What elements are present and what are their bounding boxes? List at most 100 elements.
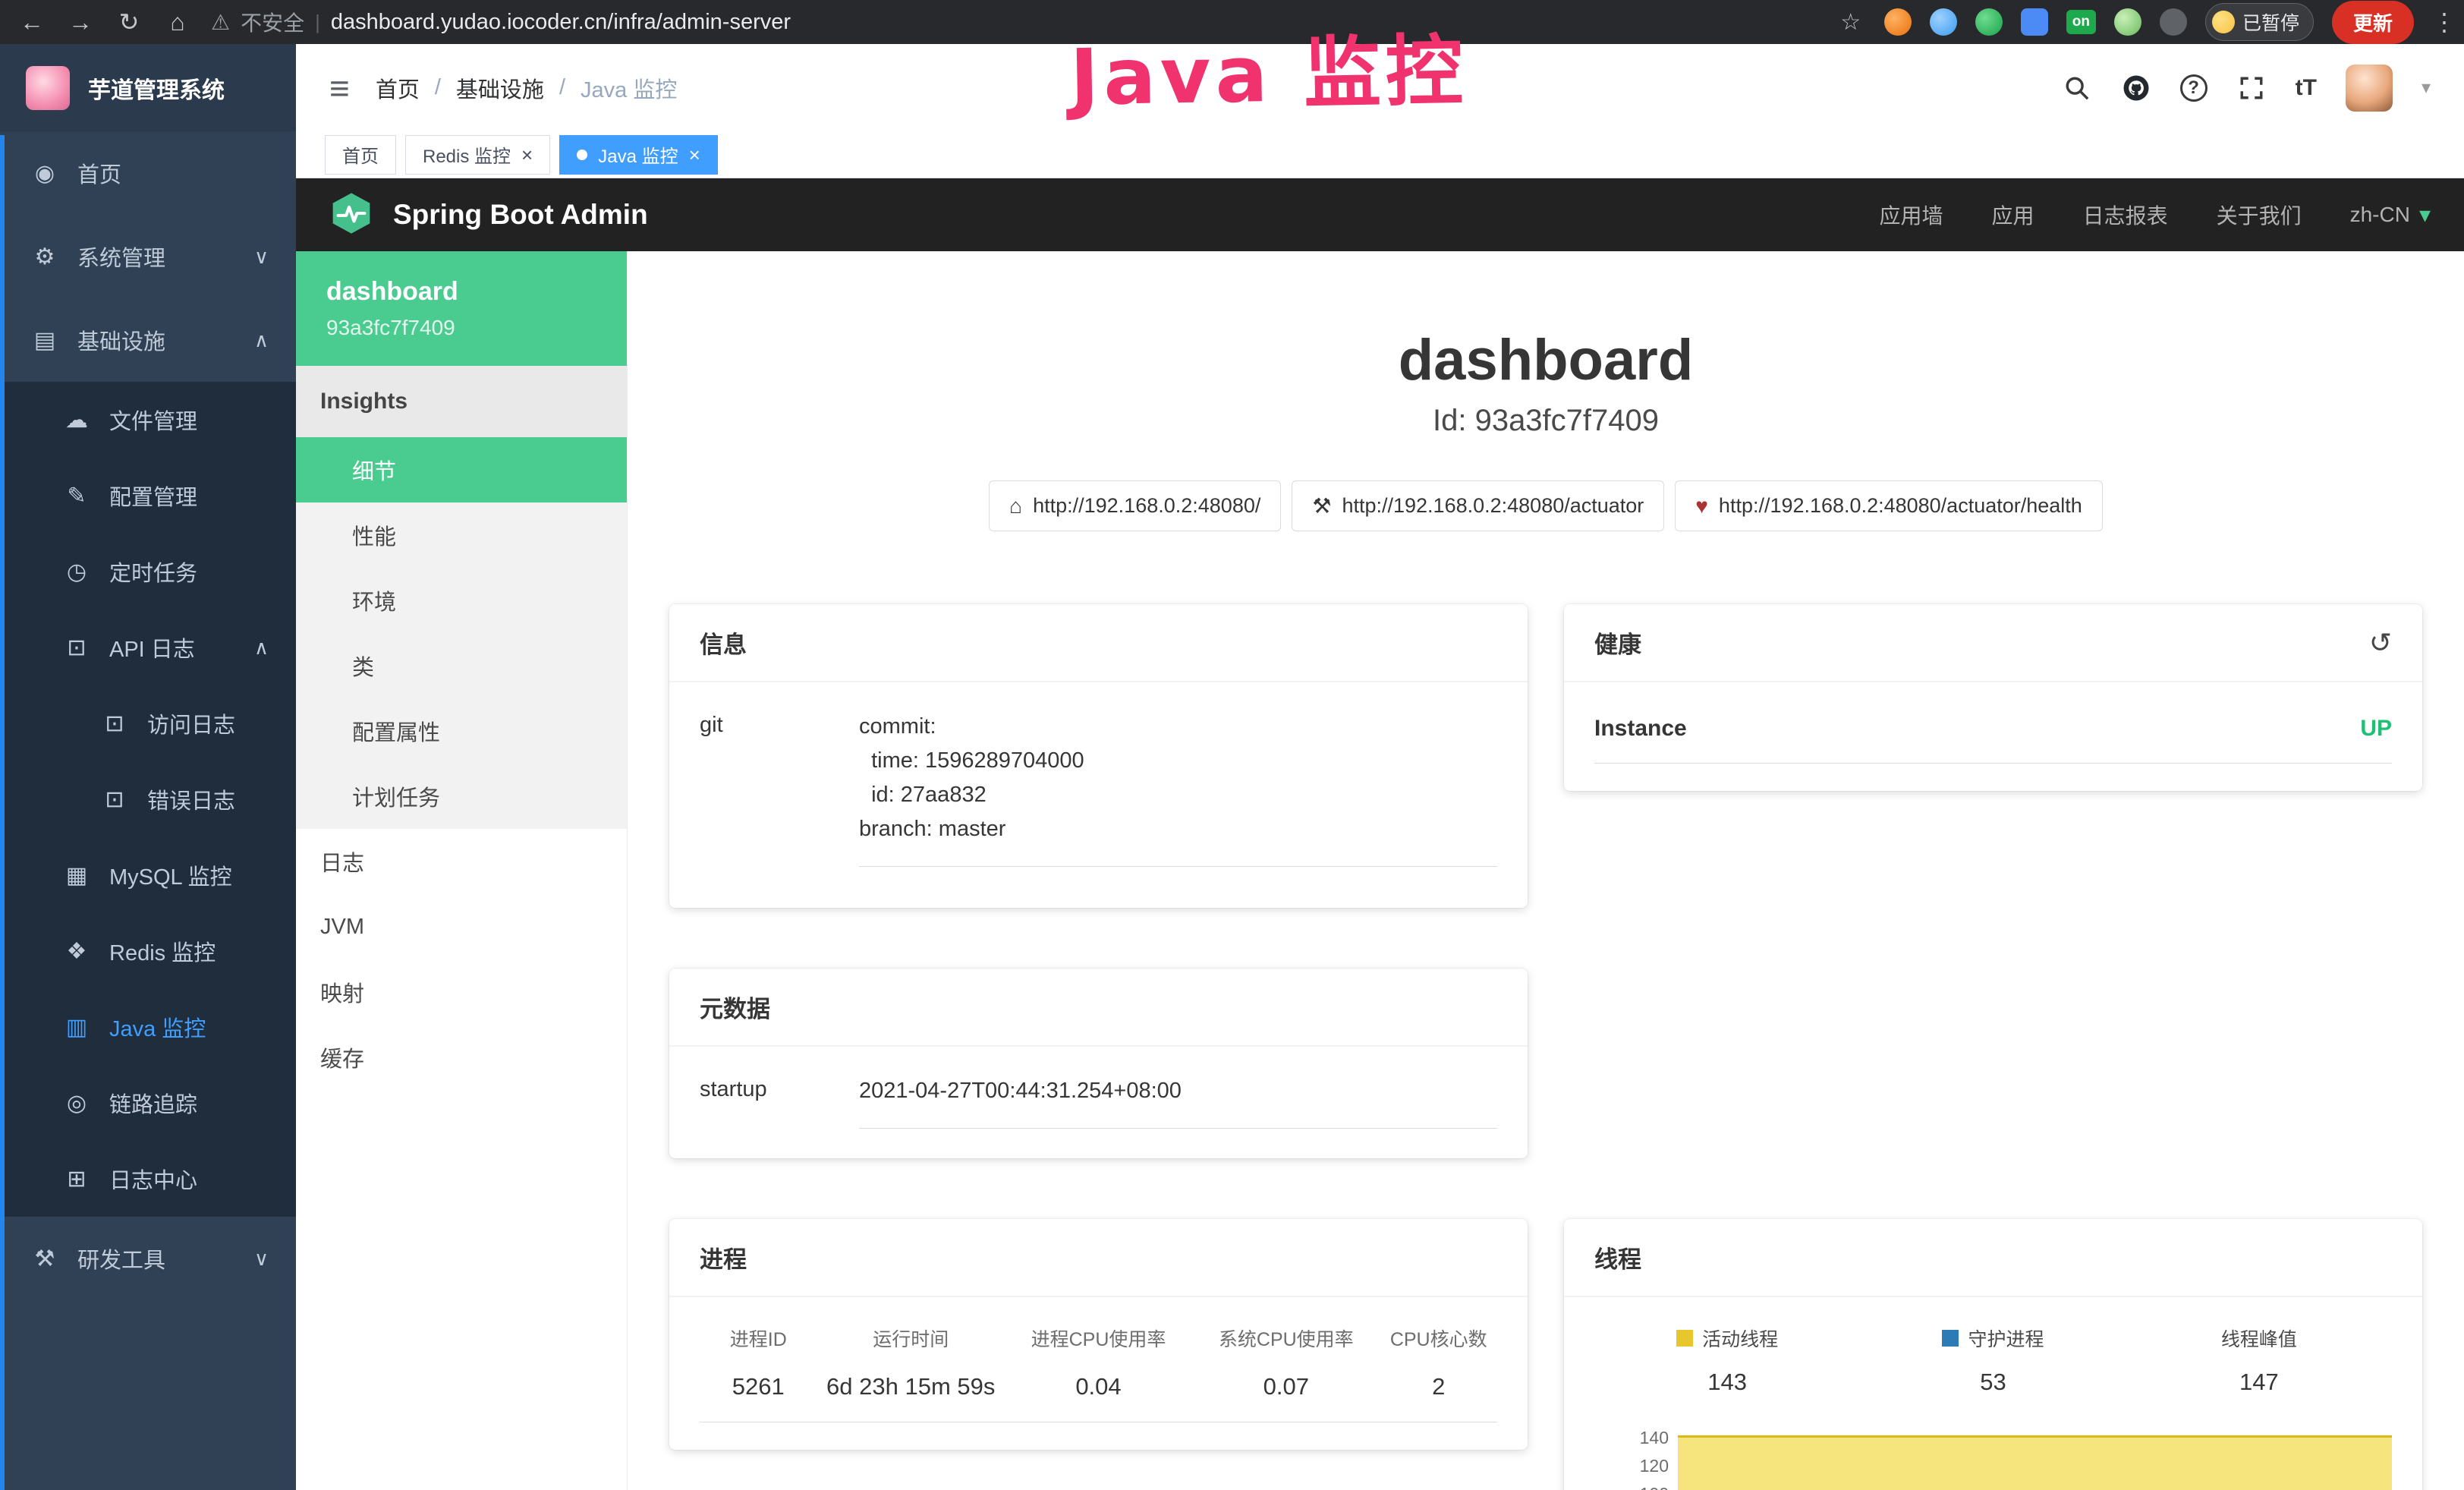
extension-icon-blue[interactable] bbox=[1930, 8, 1957, 36]
extension-icon-leaf[interactable] bbox=[2114, 8, 2141, 36]
metadata-row: startup 2021-04-27T00:44:31.254+08:00 bbox=[700, 1074, 1497, 1129]
tab-home[interactable]: 首页 bbox=[325, 135, 396, 175]
legend-daemon-threads: 守护进程 bbox=[1860, 1325, 2126, 1352]
breadcrumb-home[interactable]: 首页 bbox=[376, 72, 420, 104]
tab-redis-monitor[interactable]: Redis 监控 × bbox=[405, 135, 550, 175]
sba-item-configprops[interactable]: 配置属性 bbox=[296, 698, 627, 764]
sidebar-item-dev-tools[interactable]: ⚒ 研发工具 ∨ bbox=[0, 1217, 296, 1300]
sidebar-item-mysql-monitor[interactable]: ▦ MySQL 监控 bbox=[0, 837, 296, 913]
sba-item-logs[interactable]: 日志 bbox=[296, 829, 627, 894]
info-value: commit: time: 1596289704000 id: 27aa832 … bbox=[859, 710, 1497, 867]
update-button[interactable]: 更新 bbox=[2332, 1, 2414, 44]
extension-icon-orange[interactable] bbox=[1884, 8, 1912, 36]
java-monitor-icon: ▥ bbox=[62, 1014, 91, 1041]
bookmark-star-icon[interactable]: ☆ bbox=[1836, 9, 1866, 36]
sidebar-item-tracing[interactable]: ◎ 链路追踪 bbox=[0, 1065, 296, 1141]
chevron-up-icon: ∧ bbox=[254, 636, 269, 660]
process-value: 0.04 bbox=[1005, 1373, 1192, 1400]
sidebar-item-infrastructure[interactable]: ▤ 基础设施 ∧ bbox=[0, 298, 296, 382]
sidebar-scrollbar[interactable] bbox=[0, 135, 5, 1490]
sba-item-metrics[interactable]: 性能 bbox=[296, 502, 627, 568]
sba-nav-journal[interactable]: 日志报表 bbox=[2083, 200, 2168, 230]
close-icon[interactable]: × bbox=[689, 145, 700, 165]
health-card-header: 健康 ↺ bbox=[1564, 604, 2422, 682]
fullscreen-icon[interactable] bbox=[2236, 73, 2267, 103]
github-icon[interactable] bbox=[2121, 73, 2151, 103]
app-logo[interactable]: 芋道管理系统 bbox=[0, 44, 296, 131]
sba-item-classes[interactable]: 类 bbox=[296, 633, 627, 698]
url-text[interactable]: dashboard.yudao.iocoder.cn/infra/admin-s… bbox=[331, 10, 791, 35]
process-card-body: 进程ID 运行时间 进程CPU使用率 系统CPU使用率 CPU核心数 5261 … bbox=[669, 1297, 1528, 1450]
sba-nav-wallboard[interactable]: 应用墙 bbox=[1880, 200, 1943, 230]
sidebar-item-log-center[interactable]: ⊞ 日志中心 bbox=[0, 1141, 296, 1217]
sidebar-item-file-management[interactable]: ☁ 文件管理 bbox=[0, 382, 296, 458]
sba-item-environment[interactable]: 环境 bbox=[296, 568, 627, 633]
legend-label: 守护进程 bbox=[1968, 1325, 2044, 1352]
sba-app-block[interactable]: dashboard 93a3fc7f7409 bbox=[296, 251, 627, 366]
forward-icon[interactable]: → bbox=[65, 8, 96, 36]
sidebar-item-label: 文件管理 bbox=[109, 404, 197, 436]
close-icon[interactable]: × bbox=[521, 145, 533, 165]
sba-main: dashboard Id: 93a3fc7f7409 ⌂ http://192.… bbox=[628, 251, 2464, 1490]
sba-item-details[interactable]: 细节 bbox=[296, 437, 627, 502]
instance-links: ⌂ http://192.168.0.2:48080/ ⚒ http://192… bbox=[669, 480, 2422, 531]
profile-paused-pill[interactable]: 已暂停 bbox=[2205, 3, 2314, 41]
sidebar-item-config-management[interactable]: ✎ 配置管理 bbox=[0, 458, 296, 534]
face-icon bbox=[2212, 11, 2235, 33]
address-bar[interactable]: ⚠ 不安全 | dashboard.yudao.iocoder.cn/infra… bbox=[211, 7, 1817, 37]
tab-java-monitor[interactable]: Java 监控 × bbox=[559, 135, 718, 175]
extension-icon-green[interactable] bbox=[1975, 8, 2003, 36]
health-url-button[interactable]: ♥ http://192.168.0.2:48080/actuator/heal… bbox=[1675, 480, 2103, 531]
browser-home-icon[interactable]: ⌂ bbox=[162, 8, 193, 36]
sidebar-item-redis-monitor[interactable]: ❖ Redis 监控 bbox=[0, 913, 296, 989]
service-url-button[interactable]: ⌂ http://192.168.0.2:48080/ bbox=[989, 480, 1281, 531]
sidebar-item-access-logs[interactable]: ⊡ 访问日志 bbox=[0, 685, 296, 761]
metadata-card: 元数据 startup 2021-04-27T00:44:31.254+08:0… bbox=[669, 969, 1528, 1158]
extension-icon-dark[interactable] bbox=[2160, 8, 2187, 36]
detail-cards: 信息 git commit: time: 1596289704000 id: 2… bbox=[669, 604, 2422, 1490]
user-avatar[interactable] bbox=[2346, 65, 2393, 112]
sba-item-caches[interactable]: 缓存 bbox=[296, 1025, 627, 1090]
redis-icon: ❖ bbox=[62, 938, 91, 965]
y-tick: 100 bbox=[1640, 1484, 1669, 1490]
sidebar-item-system[interactable]: ⚙ 系统管理 ∨ bbox=[0, 215, 296, 298]
process-value: 5261 bbox=[700, 1373, 817, 1400]
help-icon[interactable]: ? bbox=[2180, 74, 2208, 102]
threads-card-title: 线程 bbox=[1594, 1240, 1641, 1274]
font-size-icon[interactable]: tT bbox=[2296, 75, 2317, 101]
locale-selector[interactable]: zh-CN ▾ bbox=[2350, 202, 2431, 228]
sba-item-jvm[interactable]: JVM bbox=[296, 894, 627, 959]
breadcrumb-infrastructure[interactable]: 基础设施 bbox=[456, 72, 544, 104]
sba-nav-applications[interactable]: 应用 bbox=[1992, 200, 2034, 230]
sba-item-scheduled-tasks[interactable]: 计划任务 bbox=[296, 764, 627, 829]
sba-nav-about[interactable]: 关于我们 bbox=[2217, 200, 2302, 230]
reload-icon[interactable]: ↻ bbox=[114, 8, 144, 36]
history-icon[interactable]: ↺ bbox=[2369, 627, 2392, 659]
insights-group: Insights 细节 性能 环境 类 配置属性 计划任务 bbox=[296, 366, 627, 829]
sba-brand-title[interactable]: Spring Boot Admin bbox=[393, 199, 648, 231]
extension-icon-grid[interactable] bbox=[2021, 8, 2048, 36]
actuator-url-button[interactable]: ⚒ http://192.168.0.2:48080/actuator bbox=[1292, 480, 1664, 531]
search-icon[interactable] bbox=[2062, 73, 2092, 103]
hamburger-icon[interactable]: ≡ bbox=[329, 68, 350, 109]
sidebar-item-error-logs[interactable]: ⊡ 错误日志 bbox=[0, 761, 296, 837]
process-table: 进程ID 运行时间 进程CPU使用率 系统CPU使用率 CPU核心数 5261 … bbox=[700, 1325, 1497, 1422]
chevron-down-icon: ∨ bbox=[254, 1247, 269, 1271]
tab-label: 首页 bbox=[342, 141, 379, 168]
sidebar-item-api-logs[interactable]: ⊡ API 日志 ∧ bbox=[0, 610, 296, 685]
instance-id: Id: 93a3fc7f7409 bbox=[669, 404, 2422, 438]
avatar-caret-icon[interactable]: ▾ bbox=[2422, 77, 2431, 99]
process-col-header: 系统CPU使用率 bbox=[1192, 1325, 1380, 1352]
insights-section-header: Insights bbox=[296, 366, 627, 437]
switch-on-extension-icon[interactable]: on bbox=[2066, 10, 2096, 34]
sidebar-item-scheduled-jobs[interactable]: ◷ 定时任务 bbox=[0, 534, 296, 610]
sba-item-mappings[interactable]: 映射 bbox=[296, 959, 627, 1025]
sidebar-item-home[interactable]: ◉ 首页 bbox=[0, 131, 296, 215]
back-icon[interactable]: ← bbox=[17, 8, 47, 36]
document-icon: ⊡ bbox=[62, 635, 91, 661]
live-threads-area bbox=[1678, 1435, 2392, 1490]
sidebar-item-java-monitor[interactable]: ▥ Java 监控 bbox=[0, 989, 296, 1065]
metadata-value: 2021-04-27T00:44:31.254+08:00 bbox=[859, 1074, 1497, 1129]
browser-menu-icon[interactable]: ⋮ bbox=[2432, 8, 2447, 36]
health-row[interactable]: Instance UP bbox=[1594, 710, 2392, 764]
